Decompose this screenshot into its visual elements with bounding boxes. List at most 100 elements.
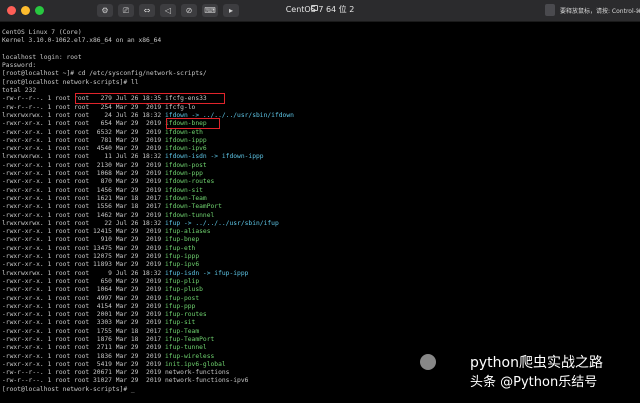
file-name: ifdown-eth (165, 128, 203, 136)
file-name: ifdown-TeamPort (165, 203, 222, 211)
terminal-line: Password: (2, 62, 638, 70)
file-name: ifup-ipv6 (165, 261, 200, 269)
line-text: localhost login: root (2, 53, 82, 61)
line-text: -rwxr-xr-x. 1 root root 1456 Mar 29 2019 (2, 186, 166, 194)
file-name: ifup-aliases (165, 228, 211, 236)
line-text: -rwxr-xr-x. 1 root root 1556 Mar 18 2017 (2, 203, 166, 211)
file-name: ifup-eth (165, 244, 196, 252)
file-name: ifup-TeamPort (165, 335, 215, 343)
line-text: lrwxrwxrwx. 1 root root 24 Jul 26 18:32 (2, 111, 166, 119)
file-name: ifdown-ipv6 (165, 145, 207, 153)
file-name: ifdown-Team (165, 194, 207, 202)
terminal-line: -rwxr-xr-x. 1 root root 1876 Mar 18 2017… (2, 336, 638, 344)
terminal-line: -rwxr-xr-x. 1 root root 11893 Mar 29 201… (2, 261, 638, 269)
terminal-line: -rwxr-xr-x. 1 root root 4540 Mar 29 2019… (2, 145, 638, 153)
line-text: -rwxr-xr-x. 1 root root 1068 Mar 29 2019 (2, 170, 166, 178)
file-name: ifup-ppp (165, 302, 196, 310)
line-text: -rwxr-xr-x. 1 root root 6532 Mar 29 2019 (2, 128, 166, 136)
line-text: -rwxr-xr-x. 1 root root 3303 Mar 29 2019 (2, 319, 166, 327)
terminal-line: -rwxr-xr-x. 1 root root 2001 Mar 29 2019… (2, 311, 638, 319)
line-text: -rw-r--r--. 1 root root 31027 Mar 29 201… (2, 377, 166, 385)
line-text: -rwxr-xr-x. 1 root root 2130 Mar 29 2019 (2, 161, 166, 169)
file-name: ifcfg-lo (165, 103, 196, 111)
line-text: CentOS Linux 7 (Core) (2, 29, 82, 36)
terminal-line: -rwxr-xr-x. 1 root root 12415 Mar 29 201… (2, 228, 638, 236)
line-text: total 232 (2, 87, 37, 95)
line-text: [root@localhost network-scripts]# _ (2, 385, 135, 393)
file-name: network-functions (165, 369, 230, 377)
file-name: ifdown-isdn -> ifdown-ippp (165, 153, 264, 161)
terminal-line: localhost login: root (2, 54, 638, 62)
highlight-cd-command (75, 93, 225, 104)
line-text: -rwxr-xr-x. 1 root root 654 Mar 29 2019 (2, 120, 166, 128)
file-name: ifup-wireless (165, 352, 215, 360)
terminal-line: -rwxr-xr-x. 1 root root 654 Mar 29 2019 … (2, 120, 638, 128)
line-text: -rw-r--r--. 1 root root 20671 Mar 29 201… (2, 369, 166, 377)
line-text: -rwxr-xr-x. 1 root root 1836 Mar 29 2019 (2, 352, 166, 360)
line-text: -rwxr-xr-x. 1 root root 13475 Mar 29 201… (2, 244, 166, 252)
line-text: -rwxr-xr-x. 1 root root 2001 Mar 29 2019 (2, 311, 166, 319)
file-name: ifup-bnep (165, 236, 200, 244)
terminal-line: [root@localhost ~]# cd /etc/sysconfig/ne… (2, 70, 638, 78)
line-text: -rwxr-xr-x. 1 root root 1755 Mar 18 2017 (2, 327, 166, 335)
watermark-line2: 头条 @Python乐结号 (470, 375, 598, 390)
line-text: Kernel 3.10.0-1062.el7.x86_64 on an x86_… (2, 37, 162, 45)
line-text: -rwxr-xr-x. 1 root root 1462 Mar 29 2019 (2, 211, 166, 219)
file-name: ifup-Team (165, 327, 200, 335)
line-text: -rwxr-xr-x. 1 root root 650 Mar 29 2019 (2, 277, 166, 285)
line-text: -rwxr-xr-x. 1 root root 870 Mar 29 2019 (2, 178, 166, 186)
terminal-line: -rwxr-xr-x. 1 root root 910 Mar 29 2019 … (2, 236, 638, 244)
line-text: -rwxr-xr-x. 1 root root 4540 Mar 29 2019 (2, 145, 166, 153)
file-name: ifup-plip (165, 277, 200, 285)
terminal-line: -rwxr-xr-x. 1 root root 3303 Mar 29 2019… (2, 319, 638, 327)
line-text: -rwxr-xr-x. 1 root root 781 Mar 29 2019 (2, 136, 166, 144)
line-text: -rwxr-xr-x. 1 root root 5419 Mar 29 2019 (2, 360, 166, 368)
line-text: -rwxr-xr-x. 1 root root 1064 Mar 29 2019 (2, 286, 166, 294)
line-text: lrwxrwxrwx. 1 root root 9 Jul 26 18:32 (2, 269, 166, 277)
terminal-line: lrwxrwxrwx. 1 root root 22 Jul 26 18:32 … (2, 220, 638, 228)
line-text: [root@localhost network-scripts]# ll (2, 78, 139, 86)
line-text: -rw-r--r--. 1 root root 254 Mar 29 2019 (2, 103, 166, 111)
terminal-line: -rw-r--r--. 1 root root 254 Mar 29 2019 … (2, 104, 638, 112)
file-name: ifdown-ippp (165, 136, 207, 144)
terminal-output[interactable]: CentOS Linux 7 (Core) Kernel 3.10.0-1062.… (2, 29, 638, 403)
terminal-line: -rwxr-xr-x. 1 root root 4154 Mar 29 2019… (2, 303, 638, 311)
file-name: ifdown-tunnel (165, 211, 215, 219)
terminal-line: lrwxrwxrwx. 1 root root 24 Jul 26 18:32 … (2, 112, 638, 120)
file-name: ifdown-post (165, 161, 207, 169)
wechat-icon (420, 354, 436, 370)
terminal-line: -rwxr-xr-x. 1 root root 1456 Mar 29 2019… (2, 187, 638, 195)
file-name: ifdown-ppp (165, 170, 203, 178)
file-name: ifup-tunnel (165, 344, 207, 352)
terminal-line: -rwxr-xr-x. 1 root root 1064 Mar 29 2019… (2, 286, 638, 294)
line-text: -rwxr-xr-x. 1 root root 910 Mar 29 2019 (2, 236, 166, 244)
terminal-line: -rwxr-xr-x. 1 root root 1068 Mar 29 2019… (2, 170, 638, 178)
file-name: ifup-plusb (165, 286, 203, 294)
line-text: -rwxr-xr-x. 1 root root 4154 Mar 29 2019 (2, 302, 166, 310)
file-name: ifup-ippp (165, 253, 200, 261)
line-text: -rwxr-xr-x. 1 root root 1621 Mar 18 2017 (2, 194, 166, 202)
terminal-line: lrwxrwxrwx. 1 root root 11 Jul 26 18:32 … (2, 153, 638, 161)
mouse-release-hint: 要释放鼠标，请按: Control-⌘ (560, 8, 640, 15)
file-name: network-functions-ipv6 (165, 377, 249, 385)
highlight-ifcfg-ens33 (166, 118, 220, 129)
terminal-line: lrwxrwxrwx. 1 root root 9 Jul 26 18:32 i… (2, 270, 638, 278)
terminal-line: Kernel 3.10.0-1062.el7.x86_64 on an x86_… (2, 37, 638, 45)
terminal-line: -rwxr-xr-x. 1 root root 870 Mar 29 2019 … (2, 178, 638, 186)
terminal-line: CentOS Linux 7 (Core) (2, 29, 638, 37)
terminal-line: -rwxr-xr-x. 1 root root 4997 Mar 29 2019… (2, 295, 638, 303)
terminal-line: -rwxr-xr-x. 1 root root 13475 Mar 29 201… (2, 245, 638, 253)
window-titlebar: ⚙ ⎚ ⇔ ◁ ⊘ ⌨ ▸ CentOS 7 64 位 2 要释放鼠标，请按: … (0, 0, 640, 22)
window-title: CentOS 7 64 位 2 (285, 5, 355, 14)
file-name: ifdown-sit (165, 186, 203, 194)
terminal-line: -rwxr-xr-x. 1 root root 1556 Mar 18 2017… (2, 203, 638, 211)
file-name: ifup -> ../../../usr/sbin/ifup (165, 219, 279, 227)
line-text: [root@localhost ~]# cd /etc/sysconfig/ne… (2, 70, 207, 78)
line-text: Password: (2, 62, 37, 70)
terminal-line: -rwxr-xr-x. 1 root root 1462 Mar 29 2019… (2, 212, 638, 220)
line-text: lrwxrwxrwx. 1 root root 22 Jul 26 18:32 (2, 219, 166, 227)
terminal-line: -rwxr-xr-x. 1 root root 1755 Mar 18 2017… (2, 328, 638, 336)
file-name: ifdown-routes (165, 178, 215, 186)
file-name: ifup-sit (165, 319, 196, 327)
